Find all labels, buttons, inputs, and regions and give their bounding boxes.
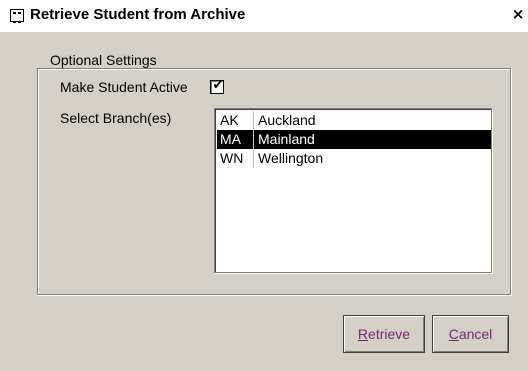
make-active-label: Make Student Active [60, 79, 188, 95]
make-active-checkbox[interactable]: ✔ [210, 78, 224, 94]
checkmark-icon: ✔ [212, 78, 224, 93]
select-branch-label: Select Branch(es) [60, 110, 172, 126]
dialog-window: Retrieve Student from Archive × Optional… [0, 0, 528, 371]
branch-code: AK [217, 111, 254, 130]
branch-name: Wellington [258, 150, 324, 166]
group-legend: Optional Settings [48, 52, 160, 68]
list-item[interactable]: AK Auckland [217, 111, 491, 130]
title-bar[interactable]: Retrieve Student from Archive × [0, 0, 528, 32]
branch-name: Auckland [258, 112, 316, 128]
branch-name: Mainland [258, 131, 315, 147]
branch-code: WN [217, 149, 254, 168]
branch-listbox[interactable]: AK Auckland MA Mainland WN Wellington [214, 108, 492, 273]
branch-code: MA [217, 130, 254, 149]
close-button[interactable]: × [510, 6, 526, 23]
retrieve-button[interactable]: Retrieve [343, 315, 425, 353]
form-icon [10, 9, 24, 23]
list-item[interactable]: WN Wellington [217, 149, 491, 168]
list-item[interactable]: MA Mainland [217, 130, 491, 149]
retrieve-label: etrieve [368, 326, 411, 342]
retrieve-accel: R [357, 326, 369, 342]
window-title: Retrieve Student from Archive [30, 6, 246, 23]
cancel-accel: C [448, 326, 459, 342]
cancel-label: ancel [458, 326, 493, 342]
cancel-button[interactable]: Cancel [432, 315, 509, 353]
